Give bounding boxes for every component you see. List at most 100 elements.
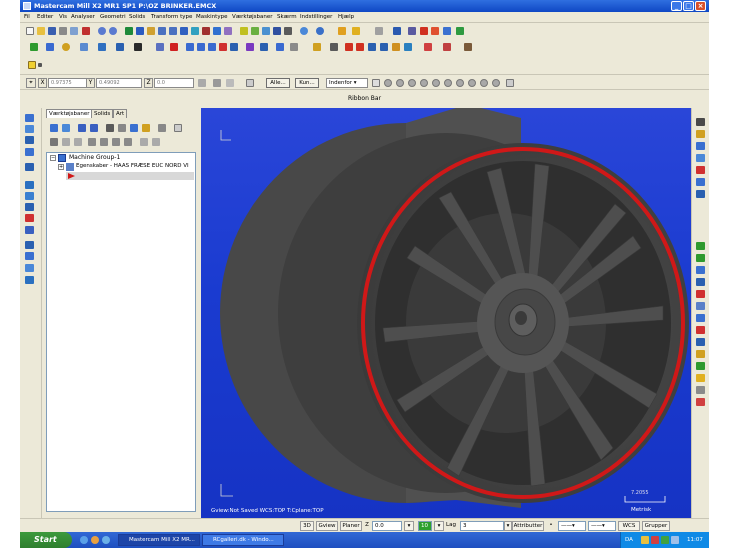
ops-display-icon[interactable] xyxy=(152,138,160,146)
iso-view-icon[interactable] xyxy=(213,27,221,35)
clear-selection-icon[interactable] xyxy=(506,79,514,87)
scroll-arrow-icon[interactable] xyxy=(124,138,132,146)
help-icon[interactable] xyxy=(246,79,254,87)
solid-revolve-icon[interactable] xyxy=(345,43,353,51)
left-tool-1-icon[interactable] xyxy=(25,114,34,122)
sort-icon[interactable] xyxy=(443,27,451,35)
right-tool-6-icon[interactable] xyxy=(696,178,705,186)
open-folder-icon[interactable] xyxy=(37,27,45,35)
right-tool-7-icon[interactable] xyxy=(696,190,705,198)
right-tool-12-icon[interactable] xyxy=(696,290,705,298)
solid-separator-icon[interactable] xyxy=(330,43,338,51)
start-button[interactable]: Start xyxy=(20,532,72,548)
tray-icon-4[interactable] xyxy=(671,536,679,544)
level-dropdown[interactable]: ▾ xyxy=(504,521,512,531)
solid-sweep-icon[interactable] xyxy=(356,43,364,51)
edge-select-icon[interactable] xyxy=(468,79,476,87)
left-tool-13-icon[interactable] xyxy=(25,264,34,272)
mirror-icon[interactable] xyxy=(170,43,178,51)
redo-icon[interactable] xyxy=(109,27,117,35)
star-icon[interactable] xyxy=(352,27,360,35)
right-tool-21-icon[interactable] xyxy=(696,398,705,406)
delete-ops-icon[interactable] xyxy=(158,124,166,132)
solid-extrude-icon[interactable] xyxy=(313,43,321,51)
solid-trim-icon[interactable] xyxy=(443,43,451,51)
fast-point-icon[interactable] xyxy=(198,79,206,87)
left-tool-14-icon[interactable] xyxy=(25,276,34,284)
spline-icon[interactable] xyxy=(116,43,124,51)
chain-select-icon[interactable] xyxy=(384,79,392,87)
person-icon[interactable] xyxy=(464,43,472,51)
body-select-icon[interactable] xyxy=(492,79,500,87)
right-tool-10-icon[interactable] xyxy=(696,266,705,274)
menu-transform-type[interactable]: Transform type xyxy=(151,14,192,20)
undo-icon[interactable] xyxy=(98,27,106,35)
dimension-icon[interactable] xyxy=(246,43,254,51)
left-tool-9-icon[interactable] xyxy=(25,214,34,222)
right-view-icon[interactable] xyxy=(202,27,210,35)
move-up-icon[interactable] xyxy=(100,138,108,146)
tree-properties-item[interactable]: Egenskaber - HAAS FRÆSE EUC NORD VI xyxy=(76,163,196,169)
tree-expand-toggle[interactable]: + xyxy=(58,164,64,170)
regen-dirty-icon[interactable] xyxy=(90,124,98,132)
btn-wcs[interactable]: WCS xyxy=(618,521,640,531)
right-tool-17-icon[interactable] xyxy=(696,350,705,358)
dropdown-arrow-icon[interactable] xyxy=(38,63,42,67)
ops-help-icon[interactable] xyxy=(174,124,182,132)
menu-skaerm[interactable]: Skærm xyxy=(277,14,297,20)
menu-fil[interactable]: Fil xyxy=(24,14,30,20)
left-tool-8-icon[interactable] xyxy=(25,203,34,211)
menu-solids[interactable]: Solids xyxy=(129,14,145,20)
delete-icon[interactable] xyxy=(156,43,164,51)
right-tool-4-icon[interactable] xyxy=(696,154,705,162)
quicklaunch-ie-icon[interactable] xyxy=(80,536,88,544)
maximize-button[interactable]: □ xyxy=(683,1,694,11)
zoom-in-icon[interactable] xyxy=(158,27,166,35)
menu-analyser[interactable]: Analyser xyxy=(71,14,95,20)
chain-icon[interactable] xyxy=(393,27,401,35)
toggle-display-icon[interactable] xyxy=(62,138,70,146)
select-only-button[interactable]: Kun... xyxy=(295,78,319,88)
shading-toggle-icon[interactable] xyxy=(284,27,292,35)
menu-vaerktojsbaner[interactable]: Værktøjsbaner xyxy=(232,14,273,20)
tree-machine-group[interactable]: Machine Group-1 xyxy=(69,154,120,161)
regen-ops-icon[interactable] xyxy=(78,124,86,132)
line-icon[interactable] xyxy=(46,43,54,51)
tree-collapse-toggle[interactable]: − xyxy=(50,155,56,161)
right-tool-8-icon[interactable] xyxy=(696,242,705,250)
left-tool-7-icon[interactable] xyxy=(25,192,34,200)
face-select-icon[interactable] xyxy=(480,79,488,87)
solid-boolean-icon[interactable] xyxy=(424,43,432,51)
post-icon[interactable] xyxy=(431,27,439,35)
tab-vaerktojsbaner[interactable]: Værktøjsbaner xyxy=(46,109,93,118)
left-tool-5-icon[interactable] xyxy=(25,163,34,171)
top-view-icon[interactable] xyxy=(180,27,188,35)
translucent-icon[interactable] xyxy=(273,27,281,35)
polygon-select-icon[interactable] xyxy=(396,79,404,87)
xform-scale-icon[interactable] xyxy=(208,43,216,51)
post-ops-icon[interactable] xyxy=(130,124,138,132)
repaint-icon[interactable] xyxy=(136,27,144,35)
menu-indstillinger[interactable]: Indstillinger xyxy=(300,14,332,20)
select-dirty-ops-icon[interactable] xyxy=(62,124,70,132)
graphics-viewport[interactable]: Gview:Not Saved WCS:TOP T:Cplane:TOP 7.2… xyxy=(201,108,691,518)
left-tool-3-icon[interactable] xyxy=(25,136,34,144)
hidden-line-icon[interactable] xyxy=(262,27,270,35)
xform-rotate-icon[interactable] xyxy=(197,43,205,51)
insert-arrow-icon[interactable] xyxy=(112,138,120,146)
rotate-icon[interactable] xyxy=(224,27,232,35)
z-depth-input[interactable]: 0.0 xyxy=(372,521,402,531)
single-select-icon[interactable] xyxy=(408,79,416,87)
left-tool-12-icon[interactable] xyxy=(25,252,34,260)
right-tool-19-icon[interactable] xyxy=(696,374,705,382)
menu-hjaelp[interactable]: Hjælp xyxy=(338,14,354,20)
btn-attributter[interactable]: Attributter xyxy=(512,521,544,531)
pencil-icon[interactable] xyxy=(338,27,346,35)
print-preview-icon[interactable] xyxy=(70,27,78,35)
menu-maskintype[interactable]: Maskintype xyxy=(196,14,227,20)
menu-vis[interactable]: Vis xyxy=(59,14,67,20)
tab-art[interactable]: Art xyxy=(113,109,128,118)
insert-position-row[interactable] xyxy=(66,172,194,180)
front-view-icon[interactable] xyxy=(191,27,199,35)
btn-planer[interactable]: Planer xyxy=(340,521,362,531)
